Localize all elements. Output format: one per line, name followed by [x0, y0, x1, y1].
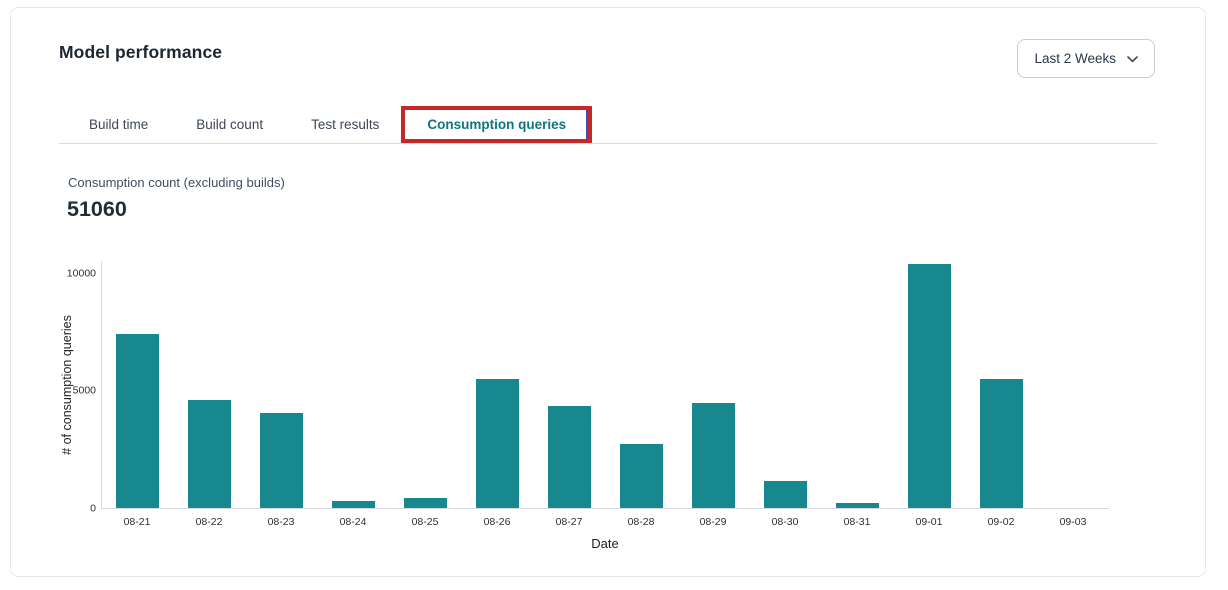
bar — [260, 413, 303, 508]
x-tick-label: 08-26 — [461, 516, 533, 528]
x-tick-label: 08-28 — [605, 516, 677, 528]
bar-band-08-22 — [174, 261, 246, 508]
bar-band-08-26 — [462, 261, 534, 508]
consumption-queries-bar-chart: # of consumption queries 0500010000 08-2… — [11, 8, 1205, 576]
bar-band-08-30 — [749, 261, 821, 508]
time-range-value: Last 2 Weeks — [1034, 51, 1116, 66]
tab-build-count[interactable]: Build count — [196, 117, 263, 132]
plot-area: 0500010000 — [101, 261, 1109, 509]
x-tick-label: 08-21 — [101, 516, 173, 528]
bar — [116, 334, 159, 508]
bar — [404, 498, 447, 508]
x-tick-label: 08-29 — [677, 516, 749, 528]
bar-band-08-27 — [534, 261, 606, 508]
bar-band-09-01 — [893, 261, 965, 508]
bar-band-09-03 — [1037, 261, 1109, 508]
x-tick-label: 09-01 — [893, 516, 965, 528]
time-range-dropdown[interactable]: Last 2 Weeks — [1017, 39, 1155, 78]
bar — [476, 379, 519, 508]
x-tick-label: 08-31 — [821, 516, 893, 528]
bar-band-08-23 — [246, 261, 318, 508]
chevron-down-icon — [1127, 56, 1138, 63]
x-tick-label: 08-25 — [389, 516, 461, 528]
metric-label: Consumption count (excluding builds) — [68, 175, 285, 190]
bar — [980, 379, 1023, 508]
bar — [764, 481, 807, 508]
model-performance-card: Model performance Last 2 Weeks Build tim… — [10, 7, 1206, 577]
x-tick-label: 09-02 — [965, 516, 1037, 528]
x-tick-label: 08-30 — [749, 516, 821, 528]
y-tick-label: 10000 — [67, 268, 96, 279]
bar-band-08-24 — [318, 261, 390, 508]
x-tick-label: 09-03 — [1037, 516, 1109, 528]
bar-band-08-28 — [605, 261, 677, 508]
bar — [836, 503, 879, 508]
page-title: Model performance — [59, 42, 222, 63]
x-axis-title: Date — [101, 536, 1109, 551]
x-tick-label: 08-27 — [533, 516, 605, 528]
y-tick-label: 5000 — [73, 385, 96, 396]
bar-band-08-29 — [677, 261, 749, 508]
model-performance-page: Model performance Last 2 Weeks Build tim… — [0, 0, 1228, 590]
bar — [620, 444, 663, 508]
x-axis-ticks: 08-2108-2208-2308-2408-2508-2608-2708-28… — [101, 516, 1109, 528]
tab-build-time[interactable]: Build time — [89, 117, 148, 132]
x-tick-label: 08-22 — [173, 516, 245, 528]
y-tick-label: 0 — [90, 503, 96, 514]
bar — [332, 501, 375, 508]
tab-consumption-queries[interactable]: Consumption queries — [401, 106, 592, 143]
bar — [548, 406, 591, 508]
x-tick-label: 08-23 — [245, 516, 317, 528]
x-tick-label: 08-24 — [317, 516, 389, 528]
bar-band-09-02 — [965, 261, 1037, 508]
tab-test-results[interactable]: Test results — [311, 117, 379, 132]
y-axis-title: # of consumption queries — [60, 315, 74, 455]
bar-band-08-25 — [390, 261, 462, 508]
bar-band-08-21 — [102, 261, 174, 508]
tab-bar: Build time Build count Test results Cons… — [59, 105, 1157, 144]
bar — [692, 403, 735, 508]
bar — [908, 264, 951, 508]
bar-band-08-31 — [821, 261, 893, 508]
metric-value: 51060 — [67, 197, 127, 222]
bar — [188, 400, 231, 508]
